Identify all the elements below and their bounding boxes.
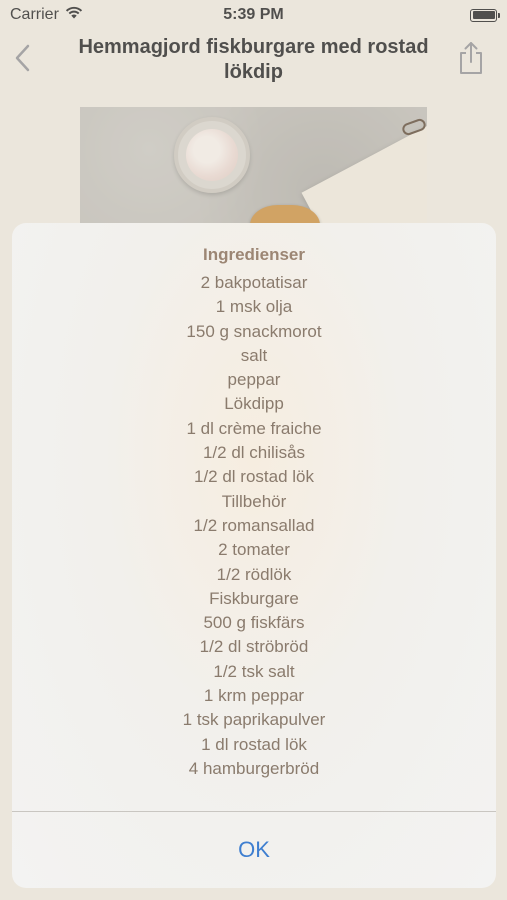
ingredient-item: 150 g snackmorot <box>186 321 322 341</box>
ingredient-item: 1/2 dl ströbröd <box>199 637 309 657</box>
ingredient-item: 4 hamburgerbröd <box>188 758 320 778</box>
ingredient-item: peppar <box>227 370 281 390</box>
ingredient-item: 1/2 rödlök <box>216 564 292 584</box>
ingredient-item: salt <box>240 345 268 365</box>
ingredient-list: 2 bakpotatisar 1 msk olja 150 g snackmor… <box>12 271 496 781</box>
ingredient-item: Tillbehör <box>221 491 287 511</box>
ingredient-item: Lökdipp <box>224 394 284 414</box>
ingredient-item: 1/2 tsk salt <box>213 661 295 681</box>
ingredient-item: 1/2 dl chilisås <box>202 443 306 463</box>
ingredient-item: 500 g fiskfärs <box>203 613 305 633</box>
ingredient-item: 2 bakpotatisar <box>200 273 308 292</box>
ingredient-item: 1 tsk paprikapulver <box>182 710 326 730</box>
ingredient-item: 1/2 romansallad <box>193 515 315 535</box>
ok-button[interactable]: OK <box>12 812 496 888</box>
alert-title: Ingredienser <box>202 245 306 264</box>
ingredient-item: Fiskburgare <box>209 588 299 608</box>
ingredient-item: 1/2 dl rostad lök <box>193 467 314 487</box>
ingredients-alert: Ingredienser 2 bakpotatisar 1 msk olja 1… <box>12 223 496 888</box>
ingredient-item: 1 dl rostad lök <box>201 734 307 754</box>
ingredient-item: 1 dl crème fraiche <box>186 418 322 438</box>
ingredient-item: 1 krm peppar <box>203 686 305 706</box>
ingredient-item: 2 tomater <box>218 540 290 560</box>
ingredient-item: 1 msk olja <box>215 297 293 317</box>
